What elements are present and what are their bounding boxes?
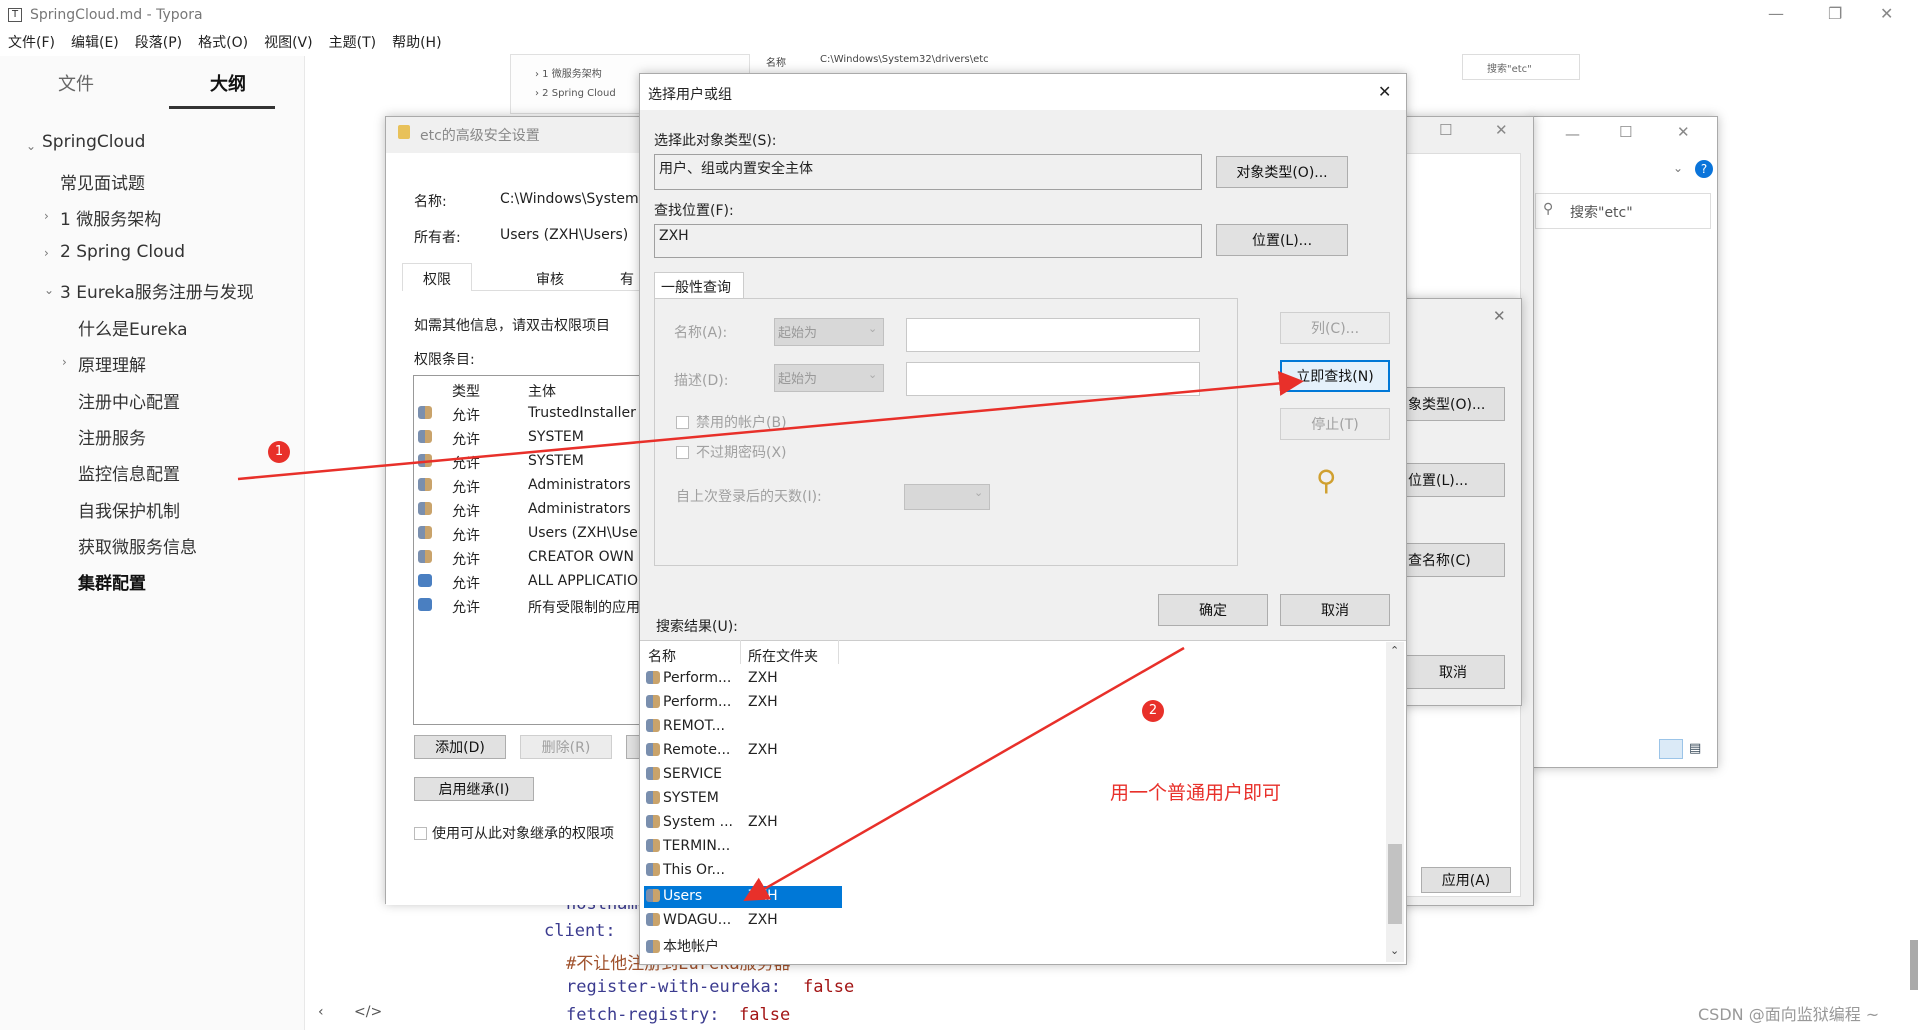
annotation-marker-2: 2 <box>1142 700 1164 722</box>
editor-scrollbar-thumb[interactable] <box>1910 940 1918 990</box>
annotation-arrows <box>237 370 1304 901</box>
watermark: CSDN @面向监狱编程 ~ <box>1698 1005 1880 1024</box>
annotation-note: 用一个普通用户即可 <box>1110 782 1282 804</box>
annotation-marker-1: 1 <box>268 441 290 463</box>
